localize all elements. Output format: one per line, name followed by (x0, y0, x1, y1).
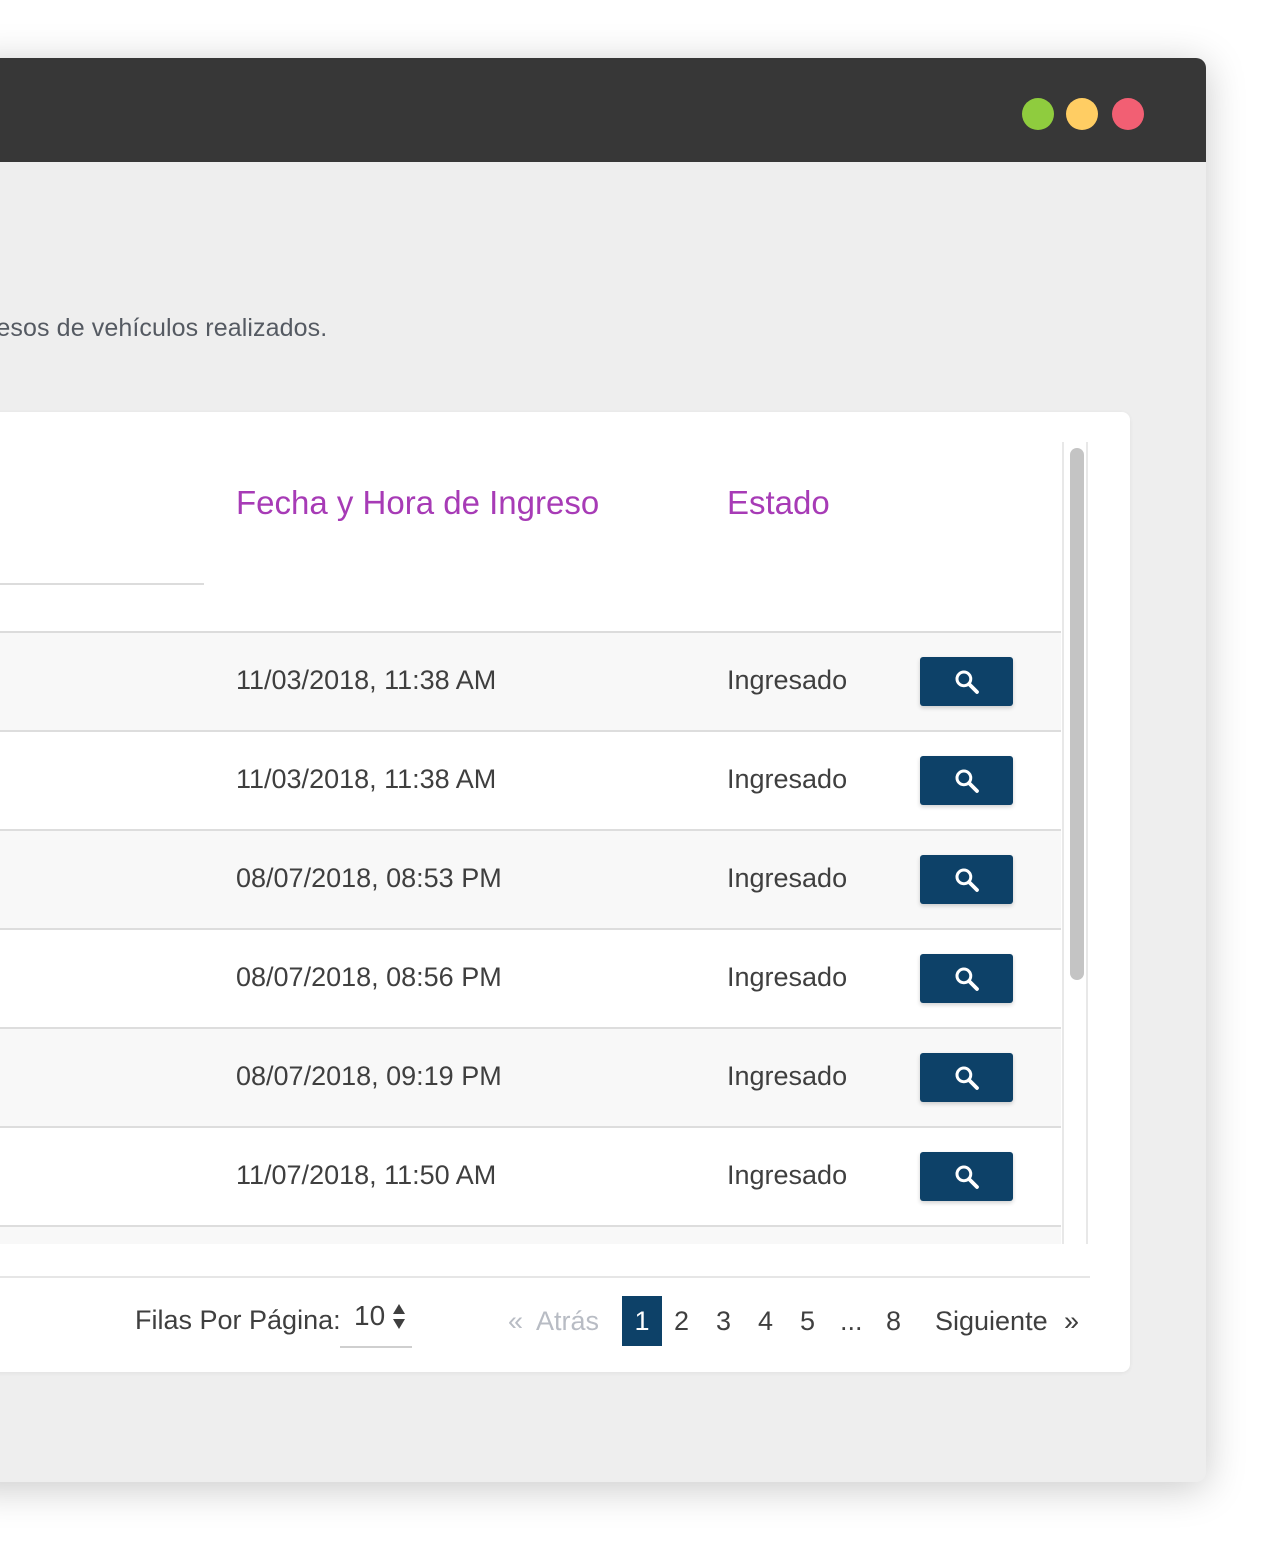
cell-estado: Ingresado (727, 665, 848, 695)
window-maximize-dot[interactable] (1022, 98, 1054, 130)
cell-fecha: 11/03/2018, 11:38 AM (236, 764, 497, 794)
entries-table-card: Fecha y Hora de Ingreso Estado 11/03/201… (0, 412, 1130, 1372)
search-icon (955, 670, 979, 694)
cell-fecha: 11/03/2018, 11:38 AM (236, 665, 497, 695)
pagination-page-4[interactable]: 4 (758, 1296, 773, 1346)
table-scroll-area[interactable]: Fecha y Hora de Ingreso Estado 11/03/201… (0, 442, 1061, 1244)
search-icon (955, 1165, 979, 1189)
cell-fecha: 08/07/2018, 08:56 PM (236, 962, 502, 992)
pagination-prev-button: Atrás (536, 1306, 600, 1336)
table-row: 11/03/2018, 11:38 AM Ingresado (0, 633, 1061, 732)
column-header-fecha[interactable]: Fecha y Hora de Ingreso (236, 484, 599, 522)
pagination-page-2[interactable]: 2 (674, 1296, 689, 1346)
rows-per-page-select[interactable]: 10 (340, 1296, 412, 1348)
window-minimize-dot[interactable] (1066, 98, 1098, 130)
column-header-estado[interactable]: Estado (727, 484, 830, 522)
window-titlebar (0, 58, 1206, 162)
rows-per-page-label: Filas Por Página: (135, 1305, 341, 1335)
table-body: 11/03/2018, 11:38 AM Ingresado 11/03/201… (0, 633, 1061, 1244)
pagination-page-3[interactable]: 3 (716, 1296, 731, 1346)
cell-fecha: 08/07/2018, 09:19 PM (236, 1061, 502, 1091)
table-row: 08/07/2018, 08:56 PM Ingresado (0, 930, 1061, 1029)
cell-fecha: 08/07/2018, 08:53 PM (236, 863, 502, 893)
cell-estado: Ingresado (727, 1061, 848, 1091)
table-row: 08/07/2018, 08:53 PM Ingresado (0, 831, 1061, 930)
cell-estado: Ingresado (727, 1160, 848, 1190)
table-row-partial (0, 1227, 1061, 1244)
pagination-next-button[interactable]: Siguiente (935, 1296, 1048, 1346)
column-filter-underline (0, 583, 204, 585)
table-row: 08/07/2018, 09:19 PM Ingresado (0, 1029, 1061, 1128)
cell-estado: Ingresado (727, 962, 848, 992)
table-row: 11/07/2018, 11:50 AM Ingresado (0, 1128, 1061, 1227)
app-window: ngresos de vehículos realizados. Fecha y… (0, 58, 1206, 1482)
view-details-button[interactable] (920, 1053, 1013, 1102)
search-icon (955, 967, 979, 991)
footer-divider (0, 1276, 1090, 1278)
rows-per-page-value: 10 (354, 1300, 386, 1331)
pagination-last-icon[interactable]: » (1064, 1296, 1079, 1346)
view-details-button[interactable] (920, 657, 1013, 706)
page-description: ngresos de vehículos realizados. (0, 314, 328, 342)
table-row: 11/03/2018, 11:38 AM Ingresado (0, 732, 1061, 831)
pagination-first-icon: « (508, 1306, 524, 1336)
view-details-button[interactable] (920, 756, 1013, 805)
search-icon (955, 769, 979, 793)
scrollbar-thumb[interactable] (1070, 448, 1084, 980)
cell-estado: Ingresado (727, 764, 848, 794)
window-close-dot[interactable] (1112, 98, 1144, 130)
search-icon (955, 1066, 979, 1090)
pagination-page-8[interactable]: 8 (886, 1296, 901, 1346)
pagination-ellipsis: ... (840, 1306, 863, 1336)
pagination-page-5[interactable]: 5 (800, 1296, 815, 1346)
view-details-button[interactable] (920, 1152, 1013, 1201)
cell-estado: Ingresado (727, 863, 848, 893)
search-icon (955, 868, 979, 892)
sort-arrows-icon (393, 1304, 405, 1329)
view-details-button[interactable] (920, 954, 1013, 1003)
vertical-scrollbar[interactable] (1062, 442, 1088, 1244)
view-details-button[interactable] (920, 855, 1013, 904)
pagination-page-1[interactable]: 1 (622, 1296, 662, 1346)
cell-fecha: 11/07/2018, 11:50 AM (236, 1160, 497, 1190)
